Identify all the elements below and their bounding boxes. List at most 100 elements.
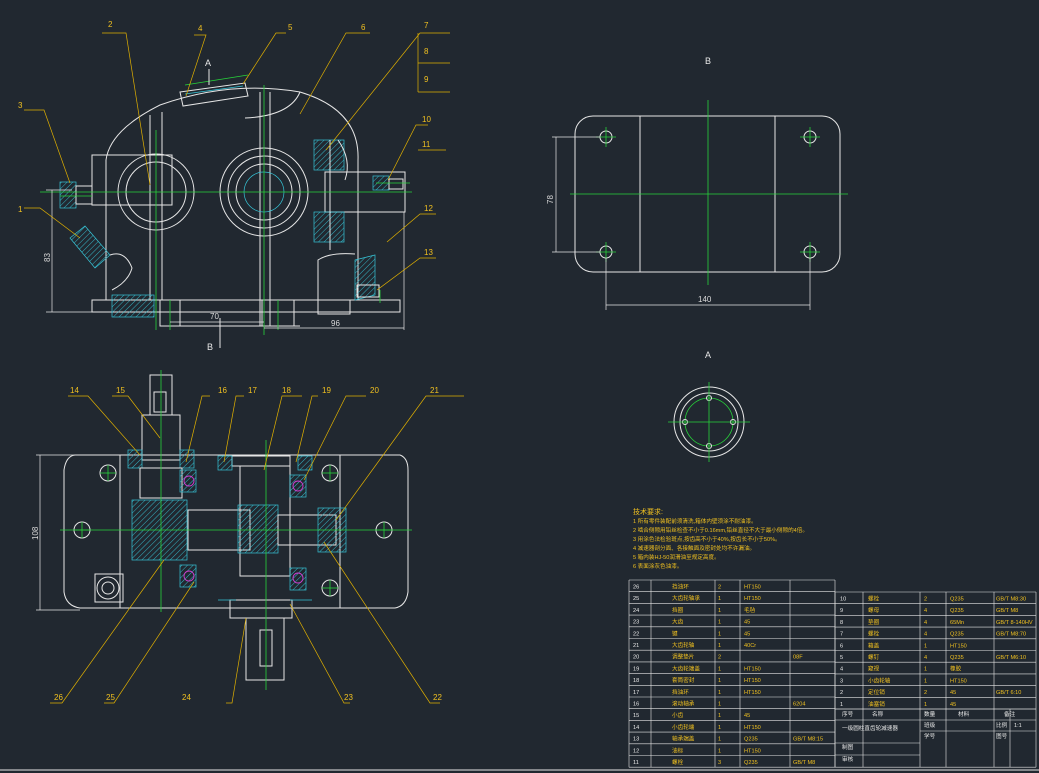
right-parts-row-cell: 45	[950, 702, 956, 708]
left-parts-row-cell: 11	[633, 760, 639, 766]
view-a: A	[668, 350, 750, 462]
part-number-8: 8	[424, 47, 429, 56]
part-number-21: 21	[430, 386, 439, 395]
right-parts-row-cell: 5	[840, 655, 843, 661]
dim-base-96: 96	[331, 319, 340, 328]
right-parts-row-cell: 6	[840, 643, 843, 649]
right-parts-row-cell: 1	[924, 702, 927, 708]
right-parts-row-cell: Q235	[950, 632, 964, 638]
left-parts-row-cell: GB/T M8:15	[793, 737, 823, 743]
drawing-name: 一级圆柱直齿轮减速器	[842, 724, 898, 732]
left-parts-row-cell: HT150	[744, 725, 761, 731]
part-number-22: 22	[433, 693, 442, 702]
left-parts-row-cell: GB/T M8	[793, 760, 815, 766]
left-parts-row-cell: 套筒密封	[672, 676, 695, 684]
left-parts-row-cell: 19	[633, 666, 639, 672]
part-number-26: 26	[54, 693, 63, 702]
number-label: 学号	[924, 732, 936, 740]
part-number-10: 10	[422, 115, 431, 124]
right-parts-row-cell: 螺钉	[868, 653, 880, 661]
left-parts-row-cell: 2	[718, 585, 721, 591]
sheet-label: 图号	[996, 732, 1008, 740]
left-parts-row-cell: Q235	[744, 760, 758, 766]
right-parts-row-cell: 7	[840, 632, 843, 638]
right-parts-row-cell: 螺栓	[868, 595, 880, 603]
note-line: 5 箱内装HJ-50润滑油至规定高度。	[633, 553, 720, 561]
left-parts-row-cell: 6204	[793, 702, 805, 708]
view-b-title: B	[705, 56, 711, 66]
right-parts-row-cell: 1	[924, 678, 927, 684]
left-parts-row-cell: HT150	[744, 748, 761, 754]
left-parts-row-cell: 挡油环	[672, 583, 689, 591]
front-view: A B 83 70 96 3 1 2 4 5 6 7 8 9 10 11 12 …	[18, 20, 450, 352]
drawing-canvas: A B 83 70 96 3 1 2 4 5 6 7 8 9 10 11 12 …	[0, 20, 1039, 771]
left-parts-row-cell: 45	[744, 713, 750, 719]
part-number-25: 25	[106, 693, 115, 702]
left-parts-row-cell: 油标	[672, 746, 684, 754]
left-parts-row-cell: HT150	[744, 596, 761, 602]
right-parts-row-cell: 3	[840, 678, 843, 684]
right-parts-row-cell: 9	[840, 608, 843, 614]
technical-notes: 技术要求: 1 所有零件装配前须清洗,箱体内壁须涂不耐油漆。 2 啮合侧隙用铅丝…	[633, 507, 808, 570]
right-parts-row-cell: 定位销	[868, 688, 885, 696]
left-parts-row-cell: 1	[718, 596, 721, 602]
right-parts-row-cell: 1	[924, 667, 927, 673]
right-parts-row-cell: GB/T M6:10	[996, 655, 1026, 661]
right-parts-row-cell: 1	[840, 702, 843, 708]
header-index: 序号	[842, 710, 854, 718]
dim-base-70: 70	[210, 312, 219, 321]
left-parts-row-cell: 45	[744, 631, 750, 637]
section-label-a: A	[205, 58, 211, 68]
top-view: 108 14 15 16 17 18 19 20 21 22 23 24 25 …	[31, 370, 464, 704]
left-parts-row-cell: 1	[718, 643, 721, 649]
left-parts-row-cell: 14	[633, 725, 639, 731]
header-qty: 数量	[924, 710, 936, 718]
right-parts-row-cell: 4	[924, 608, 927, 614]
part-number-4: 4	[198, 24, 203, 33]
part-number-2: 2	[108, 20, 113, 29]
header-name: 名称	[872, 710, 884, 718]
part-number-19: 19	[322, 386, 331, 395]
right-parts-row-cell: 4	[924, 655, 927, 661]
left-parts-row-cell: 1	[718, 690, 721, 696]
right-parts-row-cell: Q235	[950, 655, 964, 661]
left-parts-row-cell: 1	[718, 620, 721, 626]
left-parts-row-cell: 40Cr	[744, 643, 756, 649]
part-number-20: 20	[370, 386, 379, 395]
right-parts-row-cell: 小齿轮轴	[868, 676, 891, 684]
left-parts-row-cell: 大齿轮轴	[672, 641, 695, 649]
right-parts-row-cell: 45	[950, 690, 956, 696]
left-parts-row-cell: 08F	[793, 655, 803, 661]
left-parts-row-cell: 轴承端盖	[672, 735, 695, 743]
right-parts-row-cell: 窥视	[868, 665, 880, 673]
dim-view-b-height: 78	[546, 195, 555, 204]
right-parts-row-cell: Q235	[950, 597, 964, 603]
header-material: 材料	[958, 710, 970, 718]
left-parts-row-cell: 小齿	[672, 711, 684, 719]
left-parts-row-cell: 3	[718, 760, 721, 766]
note-line: 4 减速器剖分面、各接触面及密封处均不许漏油。	[633, 544, 755, 552]
part-number-15: 15	[116, 386, 125, 395]
right-parts-row-cell: 油塞销	[868, 700, 885, 708]
right-parts-row-cell: HT150	[950, 643, 967, 649]
left-parts-row-cell: HT150	[744, 678, 761, 684]
note-line: 3 用涂色法检验斑点,按齿高不小于40%,按齿长不小于50%。	[633, 535, 781, 543]
check-label: 审核	[842, 755, 854, 763]
left-parts-row-cell: 1	[718, 666, 721, 672]
drawn-label: 制图	[842, 743, 854, 751]
left-parts-row-cell: 23	[633, 620, 639, 626]
left-parts-row-cell: 大齿轮端盖	[672, 664, 700, 672]
parts-list: 26 挡油环 2 HT15025 大齿轮轴承 1 HT15024 挡圈 1 毛毡23 大齿 1 4522…	[628, 579, 1037, 768]
part-number-12: 12	[424, 204, 433, 213]
part-number-17: 17	[248, 386, 257, 395]
part-number-7: 7	[424, 21, 429, 30]
left-parts-row-cell: 毛毡	[744, 606, 756, 614]
part-number-1: 1	[18, 205, 23, 214]
right-parts-row-cell: 垫圈	[868, 618, 880, 626]
header-remark: 备注	[1004, 710, 1016, 718]
left-parts-row-cell: 1	[718, 608, 721, 614]
dim-height-83: 83	[43, 253, 52, 262]
left-parts-row-cell: 键	[672, 629, 678, 637]
left-parts-row-cell: 1	[718, 748, 721, 754]
right-parts-row-cell: 2	[924, 690, 927, 696]
